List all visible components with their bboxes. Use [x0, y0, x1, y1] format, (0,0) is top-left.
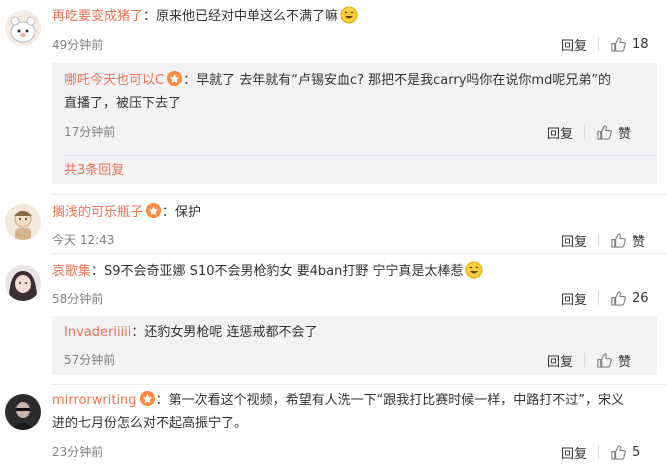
- like-button[interactable]: 18: [610, 36, 649, 53]
- avatar[interactable]: [5, 204, 41, 240]
- like-count: 18: [632, 36, 649, 52]
- like-label: 赞: [632, 234, 646, 250]
- laughing-emoji-icon: [340, 6, 358, 24]
- colon: ：: [143, 9, 157, 24]
- reply-button[interactable]: 回复: [561, 35, 587, 54]
- colon: ：: [162, 205, 176, 220]
- thumbs-up-icon: [597, 124, 612, 140]
- comment-line: 再吃要变成猪了：原来他已经对中单这么不满了嘛: [52, 6, 358, 28]
- like-button[interactable]: 赞: [596, 351, 631, 370]
- timestamp: 49分钟前: [52, 38, 104, 52]
- username-link[interactable]: 搁浅的可乐瓶子: [52, 205, 143, 220]
- like-button[interactable]: 赞: [610, 231, 645, 250]
- timestamp: 57分钟前: [64, 353, 116, 367]
- colon: ：: [91, 264, 105, 279]
- username-link[interactable]: mirrorwriting: [52, 393, 137, 408]
- divider: [52, 253, 667, 254]
- thumbs-up-icon: [611, 36, 626, 52]
- divider: [598, 37, 600, 51]
- reply-line: 哪吒今天也可以C ：早就了 去年就有“卢锡安血c? 那把不是我carry吗你在说你…: [64, 70, 611, 92]
- comment-line: 哀歌集：S9不会奇亚娜 S10不会男枪豹女 要4ban打野 宁宁真是太棒惹: [52, 261, 483, 283]
- divider: [584, 125, 586, 139]
- divider: [64, 155, 657, 156]
- thumbs-up-icon: [611, 444, 626, 460]
- reply-actions: 回复 赞: [547, 349, 631, 371]
- timestamp: 23分钟前: [52, 445, 104, 459]
- reply-text: 早就了 去年就有“卢锡安血c? 那把不是我carry吗你在说你md呢兄弟”的: [196, 73, 612, 88]
- comment-line: 搁浅的可乐瓶子 ：保护: [52, 202, 201, 224]
- reply-button[interactable]: 回复: [547, 351, 573, 370]
- avatar[interactable]: [5, 394, 41, 430]
- reply-text: 还豹女男枪呢 连惩戒都不会了: [144, 325, 318, 340]
- divider: [598, 445, 600, 459]
- divider: [598, 233, 600, 247]
- reply-line: 直播了，被压下去了: [64, 93, 181, 115]
- colon: ：: [155, 393, 169, 408]
- fan-badge-icon: [145, 202, 162, 219]
- like-count: 5: [632, 444, 641, 460]
- thumbs-up-icon: [611, 232, 626, 248]
- timestamp: 17分钟前: [64, 125, 116, 139]
- username-link[interactable]: Invaderiiiii: [64, 325, 131, 340]
- divider: [598, 291, 600, 305]
- avatar[interactable]: [5, 265, 41, 301]
- reply-line: Invaderiiiii：还豹女男枪呢 连惩戒都不会了: [64, 322, 318, 344]
- fan-badge-icon: [166, 70, 183, 87]
- like-button[interactable]: 26: [610, 290, 649, 307]
- reply-button[interactable]: 回复: [561, 289, 587, 308]
- divider: [52, 384, 667, 385]
- comment-text: S9不会奇亚娜 S10不会男枪豹女 要4ban打野 宁宁真是太棒惹: [104, 264, 464, 279]
- comment-line: mirrorwriting ：第一次看这个视频，希望有人洗一下“跟我打比赛时候一样…: [52, 390, 624, 412]
- reply-button[interactable]: 回复: [561, 231, 587, 250]
- comment-line: 进的七月份怎么对不起高振宁了。: [52, 413, 247, 435]
- comment-actions: 回复 赞: [561, 229, 645, 251]
- reply-text: 直播了，被压下去了: [64, 96, 182, 111]
- like-button[interactable]: 5: [610, 444, 640, 461]
- comment-actions: 回复 26: [561, 287, 649, 309]
- comment-text: 保护: [175, 205, 202, 220]
- like-label: 赞: [618, 354, 632, 370]
- username-link[interactable]: 再吃要变成猪了: [52, 9, 143, 24]
- reply-button[interactable]: 回复: [547, 123, 573, 142]
- username-link[interactable]: 哪吒今天也可以C: [64, 73, 164, 88]
- avatar[interactable]: [5, 10, 41, 46]
- divider: [584, 353, 586, 367]
- comment-text: 第一次看这个视频，希望有人洗一下“跟我打比赛时候一样，中路打不过”，宋义: [168, 393, 625, 408]
- comment-text: 原来他已经对中单这么不满了嘛: [156, 9, 339, 24]
- timestamp: 今天 12:43: [52, 233, 115, 247]
- thumbs-up-icon: [597, 352, 612, 368]
- colon: ：: [131, 325, 145, 340]
- laughing-emoji-icon: [465, 261, 483, 279]
- reply-box: 哪吒今天也可以C ：早就了 去年就有“卢锡安血c? 那把不是我carry吗你在说你…: [52, 63, 657, 184]
- username-link[interactable]: 哀歌集: [52, 264, 91, 279]
- like-label: 赞: [618, 126, 632, 142]
- reply-actions: 回复 赞: [547, 121, 631, 143]
- fan-badge-icon: [139, 390, 156, 407]
- like-count: 26: [632, 290, 649, 306]
- more-replies-link[interactable]: 共3条回复: [64, 161, 124, 181]
- divider: [52, 194, 667, 195]
- reply-box: Invaderiiiii：还豹女男枪呢 连惩戒都不会了 57分钟前 回复 赞: [52, 316, 657, 375]
- comment-actions: 回复 5: [561, 441, 640, 463]
- comment-actions: 回复 18: [561, 33, 649, 55]
- thumbs-up-icon: [611, 290, 626, 306]
- like-button[interactable]: 赞: [596, 123, 631, 142]
- comment-text: 进的七月份怎么对不起高振宁了。: [52, 416, 248, 431]
- colon: ：: [183, 73, 197, 88]
- reply-button[interactable]: 回复: [561, 443, 587, 462]
- timestamp: 58分钟前: [52, 292, 104, 306]
